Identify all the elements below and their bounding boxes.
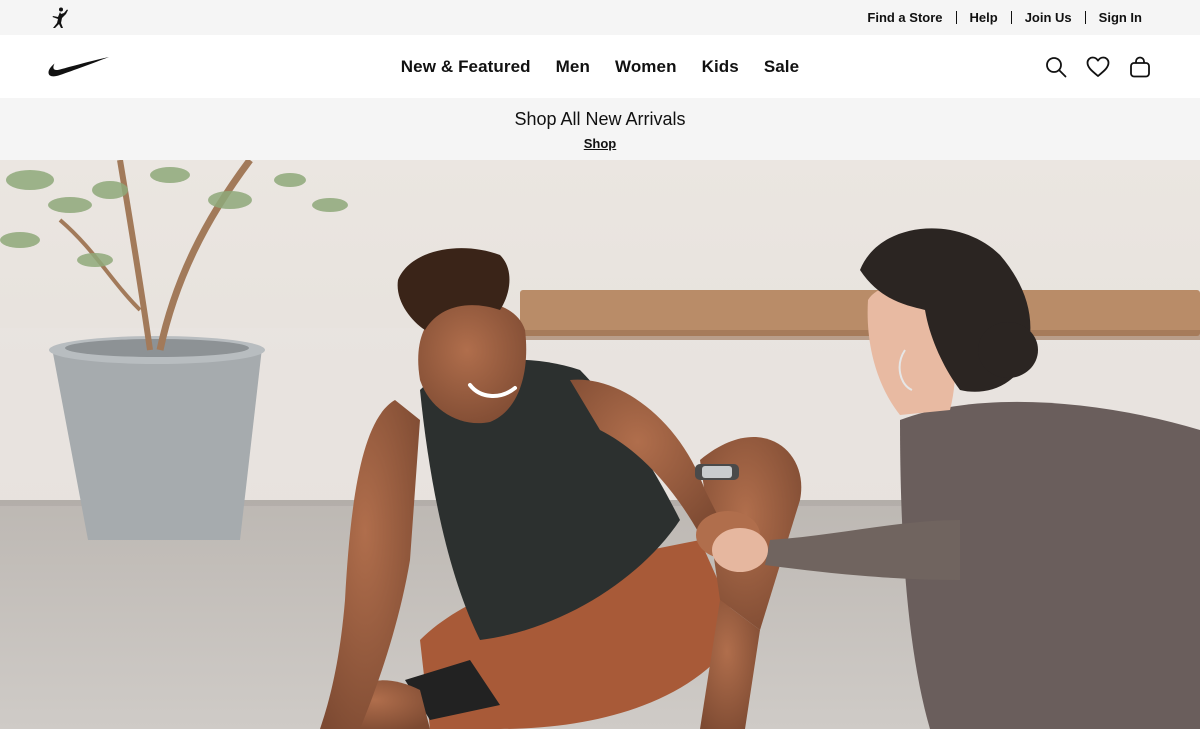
search-icon[interactable] (1044, 55, 1068, 79)
divider (1084, 11, 1086, 24)
utility-links: Find a Store Help Join Us Sign In (867, 10, 1142, 25)
promo-title: Shop All New Arrivals (514, 109, 686, 129)
favorites-heart-icon[interactable] (1086, 55, 1110, 79)
nav-actions (1044, 55, 1152, 79)
bag-icon[interactable] (1128, 55, 1152, 79)
nike-swoosh-logo[interactable] (48, 56, 110, 78)
hero-image[interactable] (0, 160, 1200, 729)
nav-women[interactable]: Women (615, 57, 677, 77)
utility-bar: Find a Store Help Join Us Sign In (0, 0, 1200, 35)
sign-in-link[interactable]: Sign In (1099, 10, 1142, 25)
nav-kids[interactable]: Kids (702, 57, 739, 77)
jordan-jumpman-icon[interactable] (48, 6, 72, 30)
find-a-store-link[interactable]: Find a Store (867, 10, 942, 25)
divider (955, 11, 957, 24)
main-nav: New & Featured Men Women Kids Sale (0, 35, 1200, 98)
join-us-link[interactable]: Join Us (1025, 10, 1072, 25)
promo-shop-link[interactable]: Shop (584, 136, 617, 151)
primary-nav-links: New & Featured Men Women Kids Sale (0, 35, 1200, 98)
nav-new-featured[interactable]: New & Featured (401, 57, 531, 77)
divider (1010, 11, 1012, 24)
nav-sale[interactable]: Sale (764, 57, 799, 77)
promo-banner: Shop All New Arrivals Shop (0, 98, 1200, 160)
help-link[interactable]: Help (970, 10, 998, 25)
nav-men[interactable]: Men (556, 57, 590, 77)
